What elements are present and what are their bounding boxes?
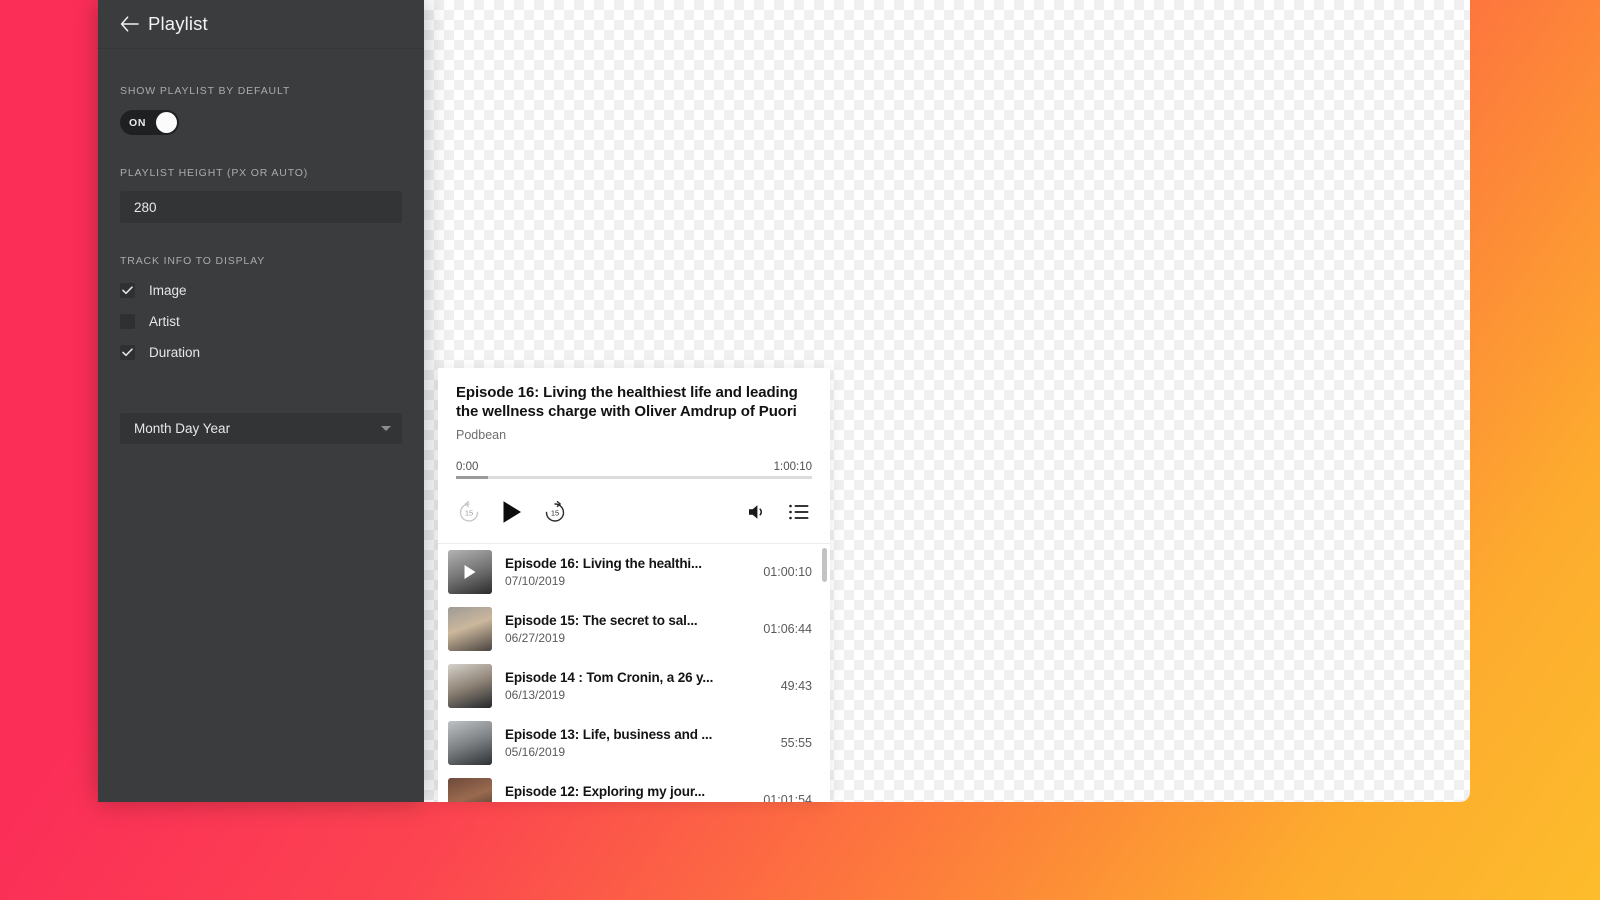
- track-thumbnail: [448, 607, 492, 651]
- track-artist: Podbean: [456, 427, 507, 442]
- playlist-track-list[interactable]: Episode 16: Living the healthi... 07/10/…: [438, 542, 830, 802]
- track-title: Episode 13: Life, business and ...: [505, 727, 713, 742]
- list-item[interactable]: Episode 13: Life, business and ... 05/16…: [438, 715, 830, 772]
- track-duration: 55:55: [780, 736, 812, 750]
- track-thumbnail: [448, 778, 492, 802]
- checkbox-artist[interactable]: Artist: [120, 314, 402, 329]
- play-icon: [464, 565, 476, 579]
- svg-text:15: 15: [465, 508, 473, 517]
- progress-fill: [456, 475, 489, 479]
- track-title: Episode 16: Living the healthi...: [505, 556, 702, 571]
- audio-player-card: Episode 16: Living the healthiest life a…: [438, 368, 830, 802]
- forward-15-icon[interactable]: 15: [542, 499, 568, 525]
- svg-text:15: 15: [551, 508, 559, 517]
- track-info-label: TRACK INFO TO DISPLAY: [120, 255, 266, 267]
- screen-root: Playlist SHOW PLAYLIST BY DEFAULT ON PLA…: [0, 0, 1600, 900]
- rewind-15-icon[interactable]: 15: [456, 499, 482, 525]
- track-duration: 01:00:10: [763, 565, 812, 579]
- track-date: 06/13/2019: [505, 688, 566, 702]
- track-thumbnail: [448, 664, 492, 708]
- toggle-state-label: ON: [129, 116, 147, 129]
- show-playlist-label: SHOW PLAYLIST BY DEFAULT: [120, 85, 291, 97]
- track-date: 06/27/2019: [505, 631, 566, 645]
- track-duration: 49:43: [780, 679, 812, 693]
- page-title: Playlist: [148, 13, 208, 34]
- track-duration: 01:06:44: [763, 622, 812, 636]
- thumbnail-image: [448, 778, 492, 802]
- checkbox-duration[interactable]: Duration: [120, 345, 402, 360]
- arrow-left-icon[interactable]: [116, 11, 142, 37]
- list-item[interactable]: Episode 12: Exploring my jour... 05/03/2…: [438, 772, 830, 802]
- track-duration: 01:01:54: [763, 793, 812, 802]
- track-meta: Episode 13: Life, business and ... 05/16…: [505, 727, 781, 759]
- date-format-select[interactable]: Month Day Year: [120, 413, 402, 444]
- player-controls: 15 15: [456, 495, 812, 529]
- track-title: Episode 15: The secret to sal...: [505, 613, 698, 628]
- playlist-height-label: PLAYLIST HEIGHT (PX OR AUTO): [120, 167, 309, 179]
- date-format-value: Month Day Year: [134, 421, 231, 436]
- list-item[interactable]: Episode 15: The secret to sal... 06/27/2…: [438, 601, 830, 658]
- checkbox-image-label: Image: [149, 283, 187, 298]
- play-icon[interactable]: [500, 499, 524, 525]
- track-title: Episode 14 : Tom Cronin, a 26 y...: [505, 670, 714, 685]
- playlist-scrollbar[interactable]: [822, 547, 827, 582]
- panel-body: SHOW PLAYLIST BY DEFAULT ON PLAYLIST HEI…: [98, 85, 424, 444]
- list-item[interactable]: Episode 16: Living the healthi... 07/10/…: [438, 544, 830, 601]
- progress-bar[interactable]: [456, 475, 812, 479]
- checkbox-artist-label: Artist: [149, 314, 180, 329]
- track-date: 07/10/2019: [505, 574, 566, 588]
- track-thumbnail: [448, 550, 492, 594]
- thumbnail-image: [448, 721, 492, 765]
- playlist-settings-panel: Playlist SHOW PLAYLIST BY DEFAULT ON PLA…: [98, 0, 424, 802]
- checkbox-image[interactable]: Image: [120, 283, 402, 298]
- track-meta: Episode 12: Exploring my jour... 05/03/2…: [505, 784, 763, 802]
- track-meta: Episode 14 : Tom Cronin, a 26 y... 06/13…: [505, 670, 781, 702]
- playlist-list-icon[interactable]: [788, 501, 810, 523]
- track-meta: Episode 16: Living the healthi... 07/10/…: [505, 556, 763, 588]
- track-thumbnail: [448, 721, 492, 765]
- volume-icon[interactable]: [746, 500, 770, 524]
- empty-checkbox-icon: [120, 314, 135, 329]
- track-title: Episode 16: Living the healthiest life a…: [456, 384, 798, 420]
- toggle-knob: [156, 112, 177, 133]
- thumbnail-image: [448, 664, 492, 708]
- track-date: 05/16/2019: [505, 745, 566, 759]
- show-playlist-toggle[interactable]: ON: [120, 110, 179, 135]
- checkmark-icon: [120, 345, 135, 360]
- chevron-down-icon: [381, 426, 391, 431]
- checkbox-duration-label: Duration: [149, 345, 201, 360]
- time-row: 0:00 1:00:10: [456, 461, 812, 473]
- track-title: Episode 12: Exploring my jour...: [505, 784, 705, 799]
- checkmark-icon: [120, 283, 135, 298]
- total-time: 1:00:10: [773, 460, 812, 473]
- player-header: Episode 16: Living the healthiest life a…: [438, 368, 830, 529]
- track-meta: Episode 15: The secret to sal... 06/27/2…: [505, 613, 763, 645]
- thumbnail-image: [448, 607, 492, 651]
- current-time: 0:00: [456, 460, 479, 473]
- panel-header: Playlist: [98, 0, 424, 49]
- playlist-height-input[interactable]: [120, 191, 402, 223]
- list-item[interactable]: Episode 14 : Tom Cronin, a 26 y... 06/13…: [438, 658, 830, 715]
